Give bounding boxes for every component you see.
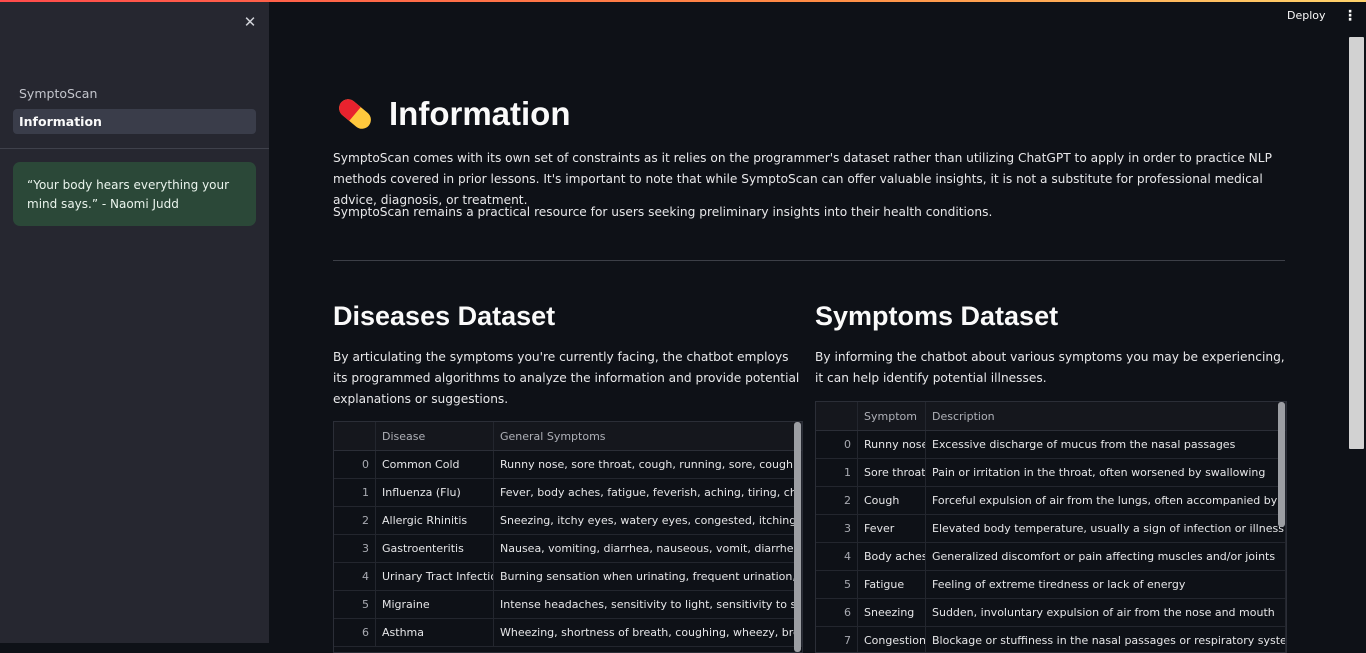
description-cell[interactable]: Elevated body temperature, usually a sig… — [926, 515, 1286, 542]
quote-box: “Your body hears everything your mind sa… — [13, 162, 256, 226]
page-scrollbar[interactable] — [1349, 37, 1364, 449]
row-index: 2 — [334, 507, 376, 534]
table-row[interactable]: 2 Cough Forceful expulsion of air from t… — [816, 487, 1286, 515]
table-row[interactable]: 4 Body aches Generalized discomfort or p… — [816, 543, 1286, 571]
table-header: Symptom Description — [816, 402, 1286, 431]
row-index: 2 — [816, 487, 858, 514]
symptoms-cell[interactable]: Runny nose, sore throat, cough, running,… — [494, 451, 802, 478]
table-scrollbar[interactable] — [794, 422, 801, 652]
description-cell[interactable]: Excessive discharge of mucus from the na… — [926, 431, 1286, 458]
table-row[interactable]: 4 Urinary Tract Infection Burning sensat… — [334, 563, 802, 591]
row-index: 7 — [816, 627, 858, 652]
table-row[interactable]: 1 Influenza (Flu) Fever, body aches, fat… — [334, 479, 802, 507]
diseases-description: By articulating the symptoms you're curr… — [333, 350, 800, 406]
disease-cell[interactable]: Migraine — [376, 591, 494, 618]
column-header[interactable] — [334, 422, 376, 450]
row-index: 0 — [334, 451, 376, 478]
more-menu-icon[interactable]: ⋮ — [1343, 8, 1357, 24]
row-index: 3 — [334, 535, 376, 562]
row-index: 3 — [816, 515, 858, 542]
table-row[interactable]: 7 Congestion Blockage or stuffiness in t… — [816, 627, 1286, 652]
column-header[interactable]: Symptom — [858, 402, 926, 430]
symptom-cell[interactable]: Runny nose — [858, 431, 926, 458]
description-cell[interactable]: Generalized discomfort or pain affecting… — [926, 543, 1286, 570]
disease-cell[interactable]: Gastroenteritis — [376, 535, 494, 562]
symptoms-cell[interactable]: Intense headaches, sensitivity to light,… — [494, 591, 802, 618]
table-row[interactable]: 1 Sore throat Pain or irritation in the … — [816, 459, 1286, 487]
symptom-cell[interactable]: Cough — [858, 487, 926, 514]
symptom-cell[interactable]: Sore throat — [858, 459, 926, 486]
table-scrollbar[interactable] — [1278, 402, 1285, 527]
row-index: 5 — [334, 591, 376, 618]
symptoms-cell[interactable]: Wheezing, shortness of breath, coughing,… — [494, 619, 802, 646]
row-index: 0 — [816, 431, 858, 458]
row-index: 4 — [334, 563, 376, 590]
symptoms-heading: Symptoms Dataset — [815, 301, 1059, 331]
table-header: Disease General Symptoms — [334, 422, 802, 451]
table-row[interactable]: 6 Sneezing Sudden, involuntary expulsion… — [816, 599, 1286, 627]
symptoms-table[interactable]: Symptom Description 0 Runny nose Excessi… — [815, 401, 1287, 653]
row-index: 5 — [816, 571, 858, 598]
disease-cell[interactable]: Allergic Rhinitis — [376, 507, 494, 534]
description-cell[interactable]: Forceful expulsion of air from the lungs… — [926, 487, 1286, 514]
table-row[interactable]: 0 Common Cold Runny nose, sore throat, c… — [334, 451, 802, 479]
table-row[interactable]: 0 Runny nose Excessive discharge of mucu… — [816, 431, 1286, 459]
symptoms-description: By informing the chatbot about various s… — [815, 350, 1285, 385]
symptoms-cell[interactable]: Burning sensation when urinating, freque… — [494, 563, 802, 590]
close-icon[interactable]: ✕ — [240, 12, 260, 32]
symptom-cell[interactable]: Sneezing — [858, 599, 926, 626]
disease-cell[interactable]: Common Cold — [376, 451, 494, 478]
column-header[interactable] — [816, 402, 858, 430]
sidebar-item-label: Information — [19, 114, 102, 129]
column-header[interactable]: Disease — [376, 422, 494, 450]
description-cell[interactable]: Blockage or stuffiness in the nasal pass… — [926, 627, 1286, 652]
table-row[interactable]: 2 Allergic Rhinitis Sneezing, itchy eyes… — [334, 507, 802, 535]
symptoms-cell[interactable]: Nausea, vomiting, diarrhea, nauseous, vo… — [494, 535, 802, 562]
sidebar-item-information[interactable]: Information — [13, 109, 256, 134]
symptom-cell[interactable]: Congestion — [858, 627, 926, 652]
symptom-cell[interactable]: Body aches — [858, 543, 926, 570]
symptom-cell[interactable]: Fatigue — [858, 571, 926, 598]
disease-cell[interactable]: Influenza (Flu) — [376, 479, 494, 506]
description-cell[interactable]: Pain or irritation in the throat, often … — [926, 459, 1286, 486]
page-title-row: Information — [333, 90, 570, 138]
table-row[interactable]: 3 Fever Elevated body temperature, usual… — [816, 515, 1286, 543]
sidebar-divider — [0, 148, 269, 149]
row-index: 1 — [334, 479, 376, 506]
sidebar-item-symptoscan[interactable]: SymptoScan — [19, 86, 97, 101]
pill-icon — [333, 92, 377, 136]
disease-cell[interactable]: Asthma — [376, 619, 494, 646]
summary-paragraph: SymptoScan remains a practical resource … — [333, 205, 993, 219]
symptom-cell[interactable]: Fever — [858, 515, 926, 542]
diseases-table[interactable]: Disease General Symptoms 0 Common Cold R… — [333, 421, 803, 653]
deploy-button[interactable]: Deploy — [1287, 9, 1326, 22]
table-row[interactable]: 5 Migraine Intense headaches, sensitivit… — [334, 591, 802, 619]
page-title: Information — [389, 95, 571, 132]
table-row[interactable]: 5 Fatigue Feeling of extreme tiredness o… — [816, 571, 1286, 599]
row-index: 6 — [334, 619, 376, 646]
description-cell[interactable]: Sudden, involuntary expulsion of air fro… — [926, 599, 1286, 626]
section-divider — [333, 260, 1285, 261]
row-index: 6 — [816, 599, 858, 626]
row-index: 4 — [816, 543, 858, 570]
row-index: 1 — [816, 459, 858, 486]
diseases-heading: Diseases Dataset — [333, 301, 556, 331]
disease-cell[interactable]: Urinary Tract Infection — [376, 563, 494, 590]
description-cell[interactable]: Feeling of extreme tiredness or lack of … — [926, 571, 1286, 598]
symptoms-cell[interactable]: Fever, body aches, fatigue, feverish, ac… — [494, 479, 802, 506]
sidebar: ✕ SymptoScan Information “Your body hear… — [0, 2, 269, 643]
symptoms-cell[interactable]: Sneezing, itchy eyes, watery eyes, conge… — [494, 507, 802, 534]
table-row[interactable]: 3 Gastroenteritis Nausea, vomiting, diar… — [334, 535, 802, 563]
column-header[interactable]: Description — [926, 402, 1286, 430]
column-header[interactable]: General Symptoms — [494, 422, 802, 450]
